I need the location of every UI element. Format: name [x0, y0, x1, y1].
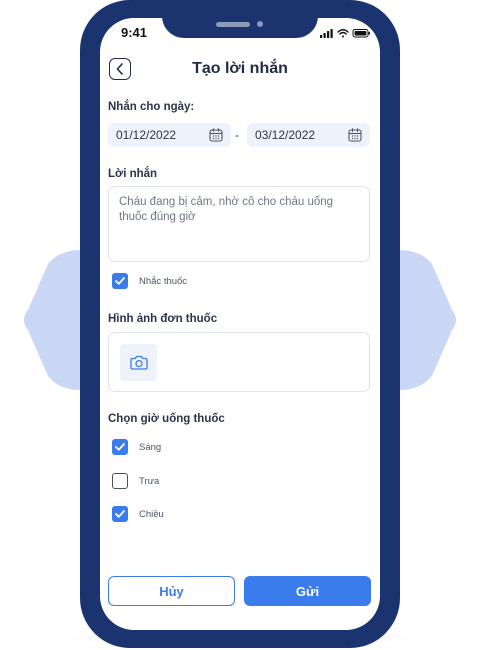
phone-speaker [216, 22, 250, 27]
end-date-value: 03/12/2022 [255, 128, 316, 142]
checkmark-icon [115, 443, 125, 451]
message-label: Lời nhắn [108, 168, 158, 180]
end-date-field[interactable]: 03/12/2022 [247, 123, 370, 147]
afternoon-checkbox[interactable] [112, 506, 128, 522]
add-photo-button[interactable] [120, 344, 157, 381]
signal-icon [320, 29, 333, 38]
reminder-label: Nhắc thuốc [139, 276, 188, 287]
status-time: 9:41 [121, 25, 148, 40]
chevron-left-icon [116, 63, 123, 75]
afternoon-label: Chiều [139, 509, 164, 520]
page-title: Tạo lời nhắn [192, 60, 288, 77]
cancel-button[interactable]: Hủy [108, 576, 235, 606]
calendar-icon [348, 128, 362, 142]
medication-time-label: Chọn giờ uống thuốc [108, 413, 225, 425]
wifi-icon [337, 29, 349, 38]
checkmark-icon [115, 277, 125, 285]
noon-checkbox[interactable] [112, 473, 128, 489]
front-camera [257, 21, 263, 27]
date-range-label: Nhắn cho ngày: [108, 101, 195, 113]
reminder-checkbox[interactable] [112, 273, 128, 289]
start-date-field[interactable]: 01/12/2022 [108, 123, 231, 147]
noon-label: Trưa [139, 476, 160, 487]
back-button[interactable] [109, 58, 131, 80]
message-textarea[interactable]: Cháu đang bị cảm, nhờ cô cho cháu uống t… [108, 186, 370, 262]
camera-icon [129, 355, 148, 370]
start-date-value: 01/12/2022 [116, 128, 177, 142]
battery-icon [352, 29, 370, 38]
calendar-icon [209, 128, 223, 142]
morning-checkbox[interactable] [112, 439, 128, 455]
phone-notch [162, 0, 318, 38]
status-icons [320, 29, 370, 38]
prescription-label: Hình ảnh đơn thuốc [108, 313, 218, 325]
date-separator: - [235, 128, 239, 142]
checkmark-icon [115, 510, 125, 518]
morning-label: Sáng [139, 442, 162, 453]
send-button[interactable]: Gửi [244, 576, 371, 606]
